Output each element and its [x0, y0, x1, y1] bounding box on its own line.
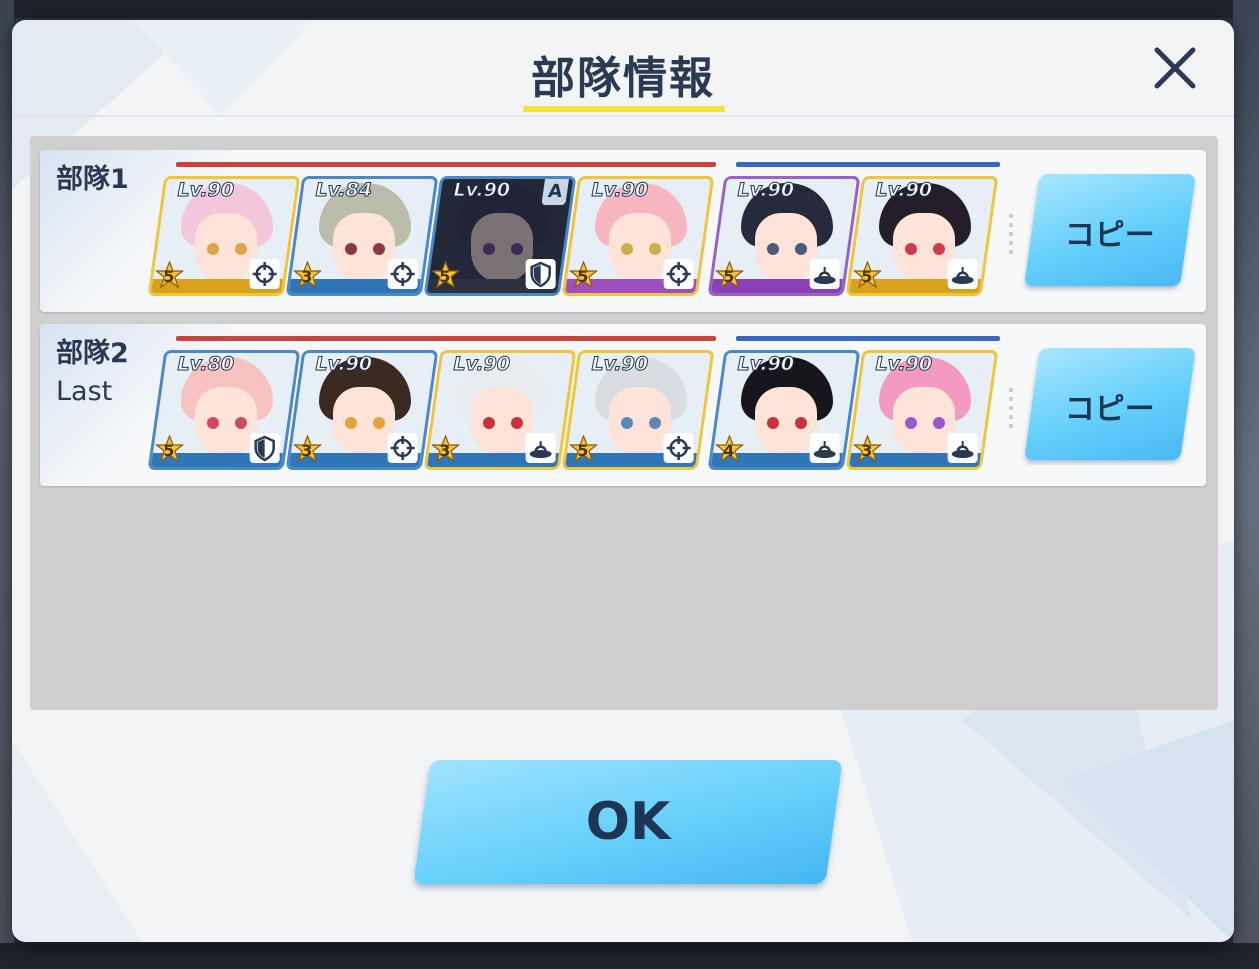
crosshair-icon	[663, 433, 694, 463]
close-button[interactable]	[1149, 42, 1201, 94]
assist-badge: A	[541, 179, 570, 205]
copy-button[interactable]: コピー	[1024, 174, 1196, 286]
support-icon	[809, 433, 840, 463]
team-row: 部隊2 Last Lv.80 5 Lv.90 3 Lv.90 3 Lv.90 5…	[40, 324, 1206, 486]
student-card[interactable]: Lv.90 5	[707, 176, 861, 296]
star-rank: 5	[577, 441, 589, 460]
student-level: Lv.90	[591, 179, 649, 202]
student-level: Lv.90	[875, 353, 933, 376]
shield-icon	[525, 259, 556, 289]
background-bottom	[0, 943, 1259, 969]
student-level: Lv.90	[453, 353, 511, 376]
striker-bar	[176, 336, 716, 341]
student-card[interactable]: Lv.90 3	[423, 350, 577, 470]
copy-button[interactable]: コピー	[1024, 348, 1196, 460]
star-rank: 5	[163, 267, 175, 286]
team-subtitle: Last	[56, 376, 113, 407]
support-icon	[947, 259, 978, 289]
shield-icon	[249, 433, 280, 463]
team-name: 部隊2	[56, 338, 129, 369]
crosshair-icon	[387, 433, 418, 463]
star-rank: 5	[163, 441, 175, 460]
student-card[interactable]: Lv.90 5	[147, 176, 301, 296]
team-info-dialog: 部隊情報 部隊1 Lv.90 5 Lv.84 3 Lv.90 A 5 Lv.90…	[12, 20, 1234, 942]
student-card[interactable]: Lv.90 4	[707, 350, 861, 470]
team-list-panel: 部隊1 Lv.90 5 Lv.84 3 Lv.90 A 5 Lv.90 5 Lv…	[30, 136, 1218, 710]
star-rank: 5	[861, 267, 873, 286]
student-level: Lv.90	[315, 353, 373, 376]
dialog-header: 部隊情報	[12, 20, 1234, 116]
student-level: Lv.90	[177, 179, 235, 202]
crosshair-icon	[663, 259, 694, 289]
student-level: Lv.90	[875, 179, 933, 202]
star-rank: 5	[577, 267, 589, 286]
star-rank: 4	[723, 441, 735, 460]
student-level: Lv.90	[453, 179, 511, 202]
support-icon	[809, 259, 840, 289]
student-level: Lv.90	[737, 353, 795, 376]
student-card[interactable]: Lv.90 3	[285, 350, 439, 470]
background-right	[1233, 0, 1259, 969]
student-level: Lv.90	[737, 179, 795, 202]
star-rank: 3	[861, 441, 873, 460]
team-row: 部隊1 Lv.90 5 Lv.84 3 Lv.90 A 5 Lv.90 5 Lv…	[40, 150, 1206, 312]
copy-button-label: コピー	[1064, 218, 1155, 253]
special-bar	[736, 162, 1000, 167]
student-card[interactable]: Lv.90 3	[845, 350, 999, 470]
separator-dots	[1009, 214, 1013, 254]
star-rank: 3	[439, 441, 451, 460]
support-icon	[525, 433, 556, 463]
student-card[interactable]: Lv.80 5	[147, 350, 301, 470]
team-name: 部隊1	[56, 164, 129, 195]
background-top	[0, 0, 1259, 18]
star-rank: 5	[439, 267, 451, 286]
striker-bar	[176, 162, 716, 167]
ok-button-label: OK	[585, 792, 671, 852]
student-level: Lv.90	[591, 353, 649, 376]
student-card[interactable]: Lv.90 5	[561, 350, 715, 470]
crosshair-icon	[249, 259, 280, 289]
close-icon	[1154, 47, 1196, 89]
student-level: Lv.80	[177, 353, 235, 376]
special-bar	[736, 336, 1000, 341]
header-divider	[12, 115, 1234, 117]
ok-button[interactable]: OK	[413, 760, 843, 884]
student-level: Lv.84	[315, 179, 373, 202]
separator-dots	[1009, 388, 1013, 428]
student-card[interactable]: Lv.90 A 5	[423, 176, 577, 296]
crosshair-icon	[387, 259, 418, 289]
title-underline	[523, 106, 725, 112]
star-rank: 3	[301, 441, 313, 460]
student-card[interactable]: Lv.90 5	[845, 176, 999, 296]
star-rank: 3	[301, 267, 313, 286]
student-card[interactable]: Lv.84 3	[285, 176, 439, 296]
star-rank: 5	[723, 267, 735, 286]
student-card[interactable]: Lv.90 5	[561, 176, 715, 296]
dialog-title: 部隊情報	[531, 53, 715, 104]
support-icon	[947, 433, 978, 463]
copy-button-label: コピー	[1064, 392, 1155, 427]
